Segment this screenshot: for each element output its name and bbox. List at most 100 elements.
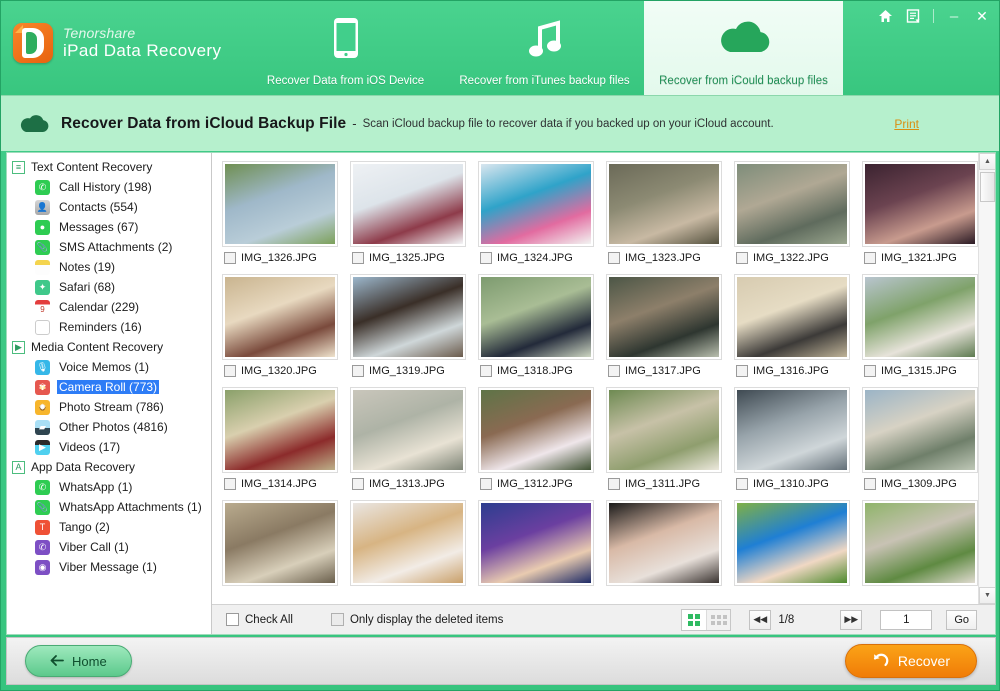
thumbnail-checkbox[interactable] xyxy=(480,365,492,377)
thumbnail-image[interactable] xyxy=(606,161,722,247)
thumbnail-image[interactable] xyxy=(478,274,594,360)
sidebar-item-reminders[interactable]: Reminders (16) xyxy=(7,317,211,337)
thumbnail-image[interactable] xyxy=(222,161,338,247)
thumbnail-cell[interactable]: IMG_1318.JPG xyxy=(478,274,606,377)
thumbnail-image[interactable] xyxy=(734,161,850,247)
thumbnail-cell[interactable] xyxy=(734,500,862,586)
thumbnail-image[interactable] xyxy=(606,500,722,586)
thumbnail-cell[interactable]: IMG_1322.JPG xyxy=(734,161,862,264)
sidebar-item-viber-call[interactable]: ✆ Viber Call (1) xyxy=(7,537,211,557)
thumbnail-image[interactable] xyxy=(350,274,466,360)
thumbnail-cell[interactable]: IMG_1310.JPG xyxy=(734,387,862,490)
print-link[interactable]: Print xyxy=(894,117,983,131)
only-deleted-checkbox[interactable] xyxy=(330,613,344,626)
thumbnail-image[interactable] xyxy=(862,274,978,360)
thumbnail-cell[interactable]: IMG_1321.JPG xyxy=(862,161,990,264)
thumbnail-cell[interactable] xyxy=(862,500,990,586)
thumbnail-cell[interactable]: IMG_1317.JPG xyxy=(606,274,734,377)
first-page-icon[interactable]: ◀◀ xyxy=(749,609,772,630)
thumbnail-checkbox[interactable] xyxy=(864,478,876,490)
last-page-icon[interactable]: ▶▶ xyxy=(840,609,863,630)
thumbnail-cell[interactable] xyxy=(606,500,734,586)
sidebar-item-messages[interactable]: ● Messages (67) xyxy=(7,217,211,237)
thumbnail-cell[interactable]: IMG_1314.JPG xyxy=(222,387,350,490)
recover-button[interactable]: Recover xyxy=(844,644,977,678)
thumbnail-image[interactable] xyxy=(606,387,722,473)
go-button[interactable]: Go xyxy=(946,609,977,630)
sidebar-item-other-photos[interactable]: ▰ Other Photos (4816) xyxy=(7,417,211,437)
thumbnail-cell[interactable]: IMG_1325.JPG xyxy=(350,161,478,264)
only-deleted-control[interactable]: Only display the deleted items xyxy=(330,613,503,626)
thumbnail-checkbox[interactable] xyxy=(864,365,876,377)
thumbnail-checkbox[interactable] xyxy=(608,478,620,490)
thumbnail-cell[interactable]: IMG_1315.JPG xyxy=(862,274,990,377)
thumbnail-image[interactable] xyxy=(222,274,338,360)
scroll-up-button[interactable]: ▲ xyxy=(979,153,995,170)
thumbnail-cell[interactable]: IMG_1319.JPG xyxy=(350,274,478,377)
sidebar-item-safari[interactable]: ✦ Safari (68) xyxy=(7,277,211,297)
thumbnail-image[interactable] xyxy=(478,387,594,473)
thumbnail-image[interactable] xyxy=(862,387,978,473)
minimize-button[interactable]: – xyxy=(941,5,967,27)
sidebar-item-whatsapp[interactable]: ✆ WhatsApp (1) xyxy=(7,477,211,497)
thumbnail-checkbox[interactable] xyxy=(224,478,236,490)
thumbnail-checkbox[interactable] xyxy=(480,252,492,264)
sidebar-group-app-data-recovery[interactable]: A App Data Recovery xyxy=(7,457,211,477)
home-icon[interactable] xyxy=(872,5,898,27)
thumbnail-checkbox[interactable] xyxy=(224,365,236,377)
tab-recover-from-ios-device[interactable]: Recover Data from iOS Device xyxy=(246,1,445,95)
thumbnail-checkbox[interactable] xyxy=(480,478,492,490)
sidebar-item-notes[interactable]: Notes (19) xyxy=(7,257,211,277)
thumbnail-checkbox[interactable] xyxy=(224,252,236,264)
thumbnail-image[interactable] xyxy=(606,274,722,360)
feedback-note-icon[interactable] xyxy=(900,5,926,27)
thumbnail-checkbox[interactable] xyxy=(864,252,876,264)
tab-recover-from-itunes-backup[interactable]: Recover from iTunes backup files xyxy=(445,1,644,95)
home-button[interactable]: Home xyxy=(25,645,132,677)
check-all-checkbox[interactable] xyxy=(226,613,239,626)
thumbnail-cell[interactable]: IMG_1324.JPG xyxy=(478,161,606,264)
thumbnail-cell[interactable]: IMG_1320.JPG xyxy=(222,274,350,377)
thumbnail-image[interactable] xyxy=(734,500,850,586)
sidebar-item-photo-stream[interactable]: ✹ Photo Stream (786) xyxy=(7,397,211,417)
grid-small-icon[interactable] xyxy=(706,609,731,630)
thumbnail-cell[interactable]: IMG_1309.JPG xyxy=(862,387,990,490)
thumbnail-cell[interactable] xyxy=(350,500,478,586)
sidebar-item-voice-memos[interactable]: 🎙 Voice Memos (1) xyxy=(7,357,211,377)
thumbnail-image[interactable] xyxy=(862,500,978,586)
thumbnail-checkbox[interactable] xyxy=(736,365,748,377)
sidebar-item-videos[interactable]: ▶ Videos (17) xyxy=(7,437,211,457)
sidebar-group-text-content-recovery[interactable]: ≡ Text Content Recovery xyxy=(7,157,211,177)
thumbnail-image[interactable] xyxy=(734,387,850,473)
thumbnail-image[interactable] xyxy=(222,500,338,586)
thumbnail-checkbox[interactable] xyxy=(352,478,364,490)
thumbnail-image[interactable] xyxy=(862,161,978,247)
thumbnail-cell[interactable] xyxy=(478,500,606,586)
thumbnail-image[interactable] xyxy=(734,274,850,360)
thumbnail-cell[interactable] xyxy=(222,500,350,586)
scroll-down-button[interactable]: ▼ xyxy=(979,587,995,604)
thumbnail-checkbox[interactable] xyxy=(352,252,364,264)
page-number-input[interactable] xyxy=(880,609,933,630)
thumbnail-image[interactable] xyxy=(350,387,466,473)
close-button[interactable]: ✕ xyxy=(969,5,995,27)
sidebar-item-sms-attachments[interactable]: 📎 SMS Attachments (2) xyxy=(7,237,211,257)
thumbnail-checkbox[interactable] xyxy=(736,478,748,490)
thumbnail-cell[interactable]: IMG_1316.JPG xyxy=(734,274,862,377)
thumbnail-checkbox[interactable] xyxy=(608,252,620,264)
thumbnail-cell[interactable]: IMG_1323.JPG xyxy=(606,161,734,264)
sidebar-item-call-history[interactable]: ✆ Call History (198) xyxy=(7,177,211,197)
vertical-scrollbar[interactable]: ▲ ▼ xyxy=(978,153,995,604)
sidebar-item-calendar[interactable]: 9 Calendar (229) xyxy=(7,297,211,317)
thumbnail-image[interactable] xyxy=(350,161,466,247)
thumbnail-checkbox[interactable] xyxy=(736,252,748,264)
thumbnail-checkbox[interactable] xyxy=(608,365,620,377)
sidebar-item-whatsapp-attachments[interactable]: 📎 WhatsApp Attachments (1) xyxy=(7,497,211,517)
grid-large-icon[interactable] xyxy=(682,609,707,630)
scrollbar-thumb[interactable] xyxy=(980,172,995,202)
sidebar-item-camera-roll[interactable]: ✾ Camera Roll (773) xyxy=(7,377,211,397)
sidebar-group-media-content-recovery[interactable]: ▶ Media Content Recovery xyxy=(7,337,211,357)
thumbnail-checkbox[interactable] xyxy=(352,365,364,377)
thumbnail-cell[interactable]: IMG_1311.JPG xyxy=(606,387,734,490)
sidebar-item-viber-message[interactable]: ◉ Viber Message (1) xyxy=(7,557,211,577)
